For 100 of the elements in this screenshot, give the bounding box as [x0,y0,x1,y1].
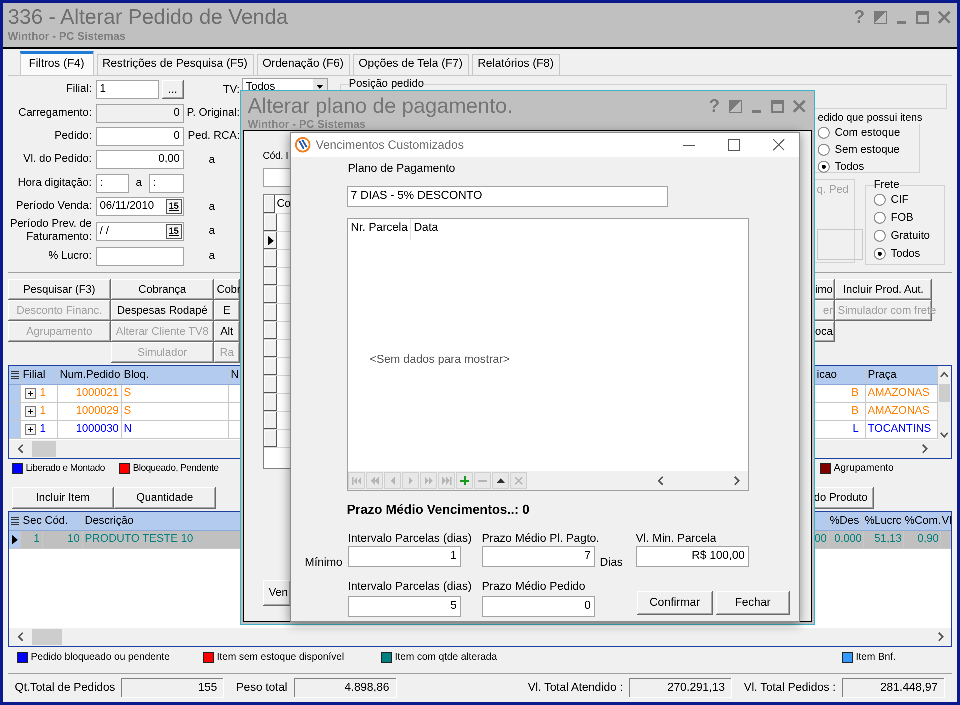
tab[interactable]: Relatórios (F8) [472,54,560,75]
date-field[interactable]: / / 15 [96,222,184,241]
close-icon[interactable] [773,139,785,151]
row-pointer-icon [268,236,274,246]
table-cell: 51,13 [864,531,904,548]
field-label: Carregamento: [18,106,93,120]
double-left-icon [370,476,380,486]
input-field[interactable]: 7 DIAS - 5% DESCONTO [347,186,668,207]
action-button[interactable]: Quantidade [114,487,216,509]
tab[interactable]: Opções de Tela (F7) [352,54,469,75]
input-field[interactable]: 1 [348,546,461,567]
tab[interactable]: Ordenação (F6) [256,54,350,75]
expand-icon[interactable] [25,406,36,417]
field-label: Vl. do Pedido: [22,153,93,166]
action-button[interactable]: Pesquisar (F3) [8,279,111,300]
scroll-left-icon[interactable] [657,476,666,486]
input-field[interactable]: 0 [482,596,595,617]
value-field: 270.291,13 [629,678,732,698]
empty-message: <Sem dados para mostrar> [370,354,510,366]
field-label: Cód. I [263,151,288,162]
scroll-up-icon[interactable] [940,370,949,380]
input-field[interactable]: : [96,174,129,193]
scroll-right-icon[interactable] [732,476,741,486]
input-field[interactable]: R$ 100,00 [636,546,749,567]
scroll-down-icon[interactable] [940,430,949,440]
expand-icon[interactable] [25,388,36,399]
table-cell-text: 1 [40,404,46,419]
scroll-right-icon[interactable] [936,632,945,642]
value-field: 4.898,86 [294,678,397,698]
action-button[interactable]: Despesas Rodapé [111,300,214,321]
action-button[interactable]: Incluir Item [12,487,114,509]
scroll-thumb [32,441,56,457]
group-title: q. Ped [817,184,850,196]
resize-icon[interactable] [729,100,742,112]
calendar-button[interactable]: 15 [166,224,182,239]
range-label: a [208,225,216,238]
input-field[interactable]: 7 [482,546,595,567]
table-cell-text: 1 [40,386,46,401]
field-label: Pedido: [54,130,93,143]
dialog-button[interactable]: Fechar [716,591,790,615]
column-header: Filial [21,366,58,384]
column-header: Cód. [43,512,83,530]
input-field[interactable] [96,246,184,266]
legend-label: Item sem estoque disponível [217,652,344,662]
radio-label: Gratuito [891,230,930,242]
radio-button[interactable] [818,160,830,172]
radio-button[interactable] [874,194,886,206]
range-label: a [208,154,216,166]
input-field[interactable]: : [149,174,184,193]
scroll-left-icon[interactable] [17,444,26,454]
plus-icon [460,476,470,486]
calendar-button[interactable]: 15 [166,199,182,214]
input-field[interactable]: 1 [96,80,159,100]
input-field[interactable]: 0 [96,126,184,146]
scroll-left-icon[interactable] [17,632,26,642]
field-label: Vl. Min. Parcela [636,533,717,545]
field-label: Período Prev. de Faturamento: [9,218,93,244]
resize-icon[interactable] [874,10,887,24]
total-label: Peso total [236,682,288,694]
legend-label: Pedido bloqueado ou pendente [31,652,170,662]
group-title: edido que possui itens [818,112,922,124]
field-label: % Lucro: [48,250,93,263]
radio-button[interactable] [874,230,886,242]
input-field[interactable]: 0 [96,104,184,123]
skip-back-icon [352,476,362,486]
table-cell: 1000029 [58,403,122,420]
radio-label: Todos [891,248,920,260]
radio-button[interactable] [874,212,886,224]
dialog-button[interactable]: Confirmar [637,591,713,615]
scroll-thumb [32,629,62,645]
tab[interactable]: Filtros (F4) [20,51,94,75]
action-button[interactable]: Alt [214,321,240,342]
radio-button[interactable] [818,144,830,156]
radio-button[interactable] [818,126,830,138]
table-cell: 1000021 [58,385,122,402]
input-field[interactable] [263,168,290,187]
radio-label: Com estoque [835,126,900,138]
radio-label: Sem estoque [835,144,900,156]
radio-button[interactable] [874,248,886,260]
action-button[interactable]: Ven [263,580,290,606]
navigator-button[interactable] [492,472,509,489]
lookup-button[interactable]: ... [162,80,184,100]
input-field[interactable]: 5 [348,596,461,617]
tab[interactable]: Restrições de Pesquisa (F5) [96,54,254,75]
input-field[interactable]: 0,00 [96,150,184,170]
action-button[interactable]: E [214,300,240,321]
scroll-right-icon[interactable] [920,444,929,454]
maximize-icon[interactable] [728,139,740,151]
row-label: Mínimo [305,557,343,569]
field-label: Período Venda: [15,200,93,214]
unit-label: Dias [600,557,624,569]
action-button[interactable]: Cobrança [111,279,214,300]
group-title: Frete [874,179,900,191]
list-icon [10,516,18,526]
field-label: Prazo Médio Pl. Pagto. [482,533,600,545]
legend-label: Liberado e Montado [26,462,106,474]
date-field[interactable]: 06/11/2010 15 [96,197,184,216]
expand-icon[interactable] [25,424,36,435]
table-cell: S [122,385,229,402]
action-button[interactable]: Incluir Prod. Aut. [835,279,932,300]
